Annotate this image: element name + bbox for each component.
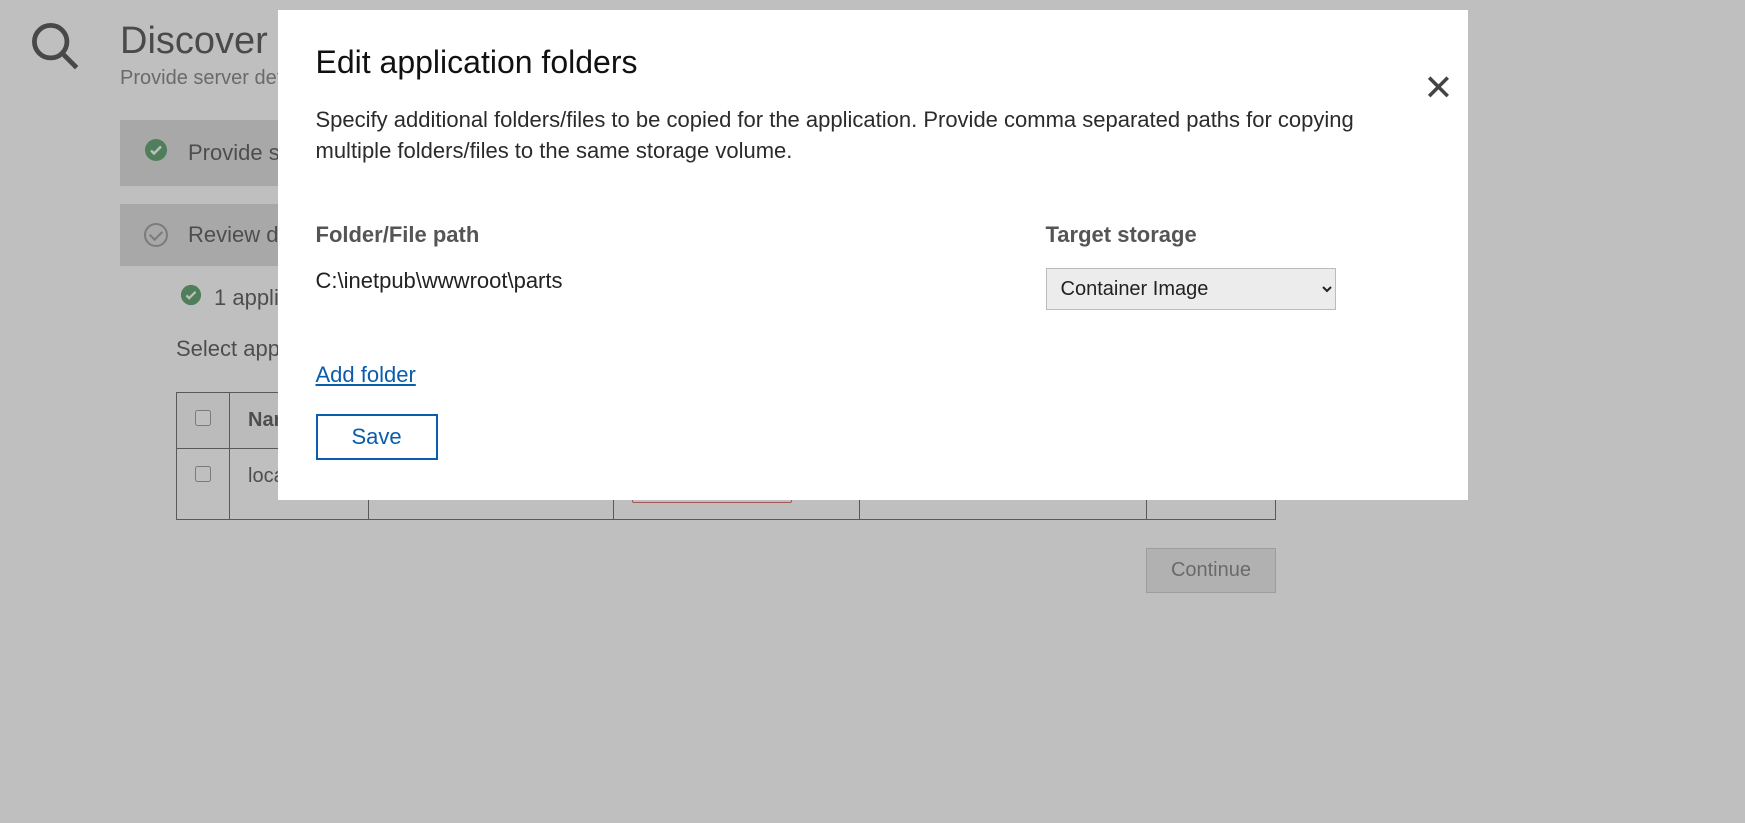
target-storage-label: Target storage <box>1046 222 1366 248</box>
dialog-title: Edit application folders <box>316 44 1430 81</box>
folder-row: Folder/File path C:\inetpub\wwwroot\part… <box>316 222 1430 310</box>
modal-overlay: Edit application folders ✕ Specify addit… <box>0 0 1745 823</box>
close-icon[interactable]: ✕ <box>1423 70 1453 106</box>
edit-folders-dialog: Edit application folders ✕ Specify addit… <box>278 10 1468 500</box>
folder-path-label: Folder/File path <box>316 222 966 248</box>
folder-path-value: C:\inetpub\wwwroot\parts <box>316 268 966 294</box>
dialog-description: Specify additional folders/files to be c… <box>316 105 1356 167</box>
save-button[interactable]: Save <box>316 414 438 460</box>
target-storage-select[interactable]: Container Image <box>1046 268 1336 310</box>
add-folder-link[interactable]: Add folder <box>316 362 416 388</box>
